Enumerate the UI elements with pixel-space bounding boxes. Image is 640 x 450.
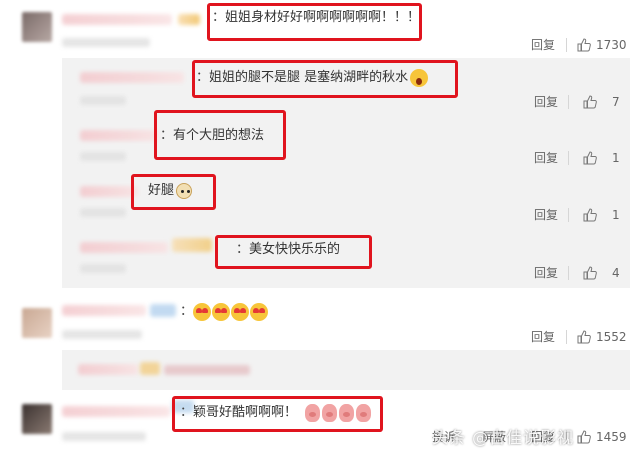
avatar[interactable] (22, 404, 52, 434)
vip-badge-icon (140, 362, 160, 375)
username[interactable] (80, 130, 158, 141)
heart-eyes-icon (250, 302, 269, 321)
timestamp (62, 38, 150, 47)
watermark: 头条 @古佳说影视 (432, 428, 575, 447)
divider (566, 330, 567, 344)
like-button[interactable]: 1730 (577, 37, 627, 53)
like-count: 7 (612, 95, 620, 109)
like-count: 1459 (596, 430, 627, 444)
vip-badge-icon (150, 304, 176, 317)
like-button[interactable]: 7 (583, 94, 620, 110)
vip-badge-icon (172, 238, 212, 252)
timestamp (62, 330, 142, 339)
like-button[interactable]: 1459 (577, 429, 627, 445)
highlight-box (172, 396, 383, 432)
thumbs-up-icon (577, 430, 591, 444)
like-count: 1552 (596, 330, 627, 344)
like-button[interactable]: 1552 (577, 329, 627, 345)
like-button[interactable]: 1 (583, 150, 620, 166)
like-count: 1 (612, 208, 620, 222)
divider (568, 151, 569, 165)
heart-eyes-icon (212, 302, 231, 321)
timestamp (80, 96, 126, 105)
reply-button[interactable]: 回复 (534, 150, 558, 166)
thumbs-up-icon (577, 330, 591, 344)
username[interactable] (78, 364, 138, 375)
thumbs-up-icon (583, 151, 597, 165)
like-count: 1730 (596, 38, 627, 52)
divider (568, 266, 569, 280)
username[interactable] (62, 305, 146, 316)
highlight-box (131, 174, 216, 210)
timestamp (62, 432, 146, 441)
divider (568, 95, 569, 109)
reply-preview (164, 365, 250, 375)
like-count: 4 (612, 266, 620, 280)
username[interactable] (62, 14, 172, 25)
avatar[interactable] (22, 12, 52, 42)
highlight-box (154, 110, 286, 160)
reply-button[interactable]: 回复 (534, 94, 558, 110)
highlight-box (192, 60, 458, 98)
like-count: 1 (612, 151, 620, 165)
timestamp (80, 264, 126, 273)
reply-button[interactable]: 回复 (534, 265, 558, 281)
thumbs-up-icon (583, 266, 597, 280)
heart-eyes-icon (231, 302, 250, 321)
highlight-box (207, 3, 422, 41)
reply-button[interactable]: 回复 (534, 207, 558, 223)
like-button[interactable]: 4 (583, 265, 620, 281)
reply-button[interactable]: 回复 (531, 329, 555, 345)
vip-badge-icon (178, 14, 200, 25)
avatar[interactable] (22, 308, 52, 338)
thumbs-up-icon (583, 208, 597, 222)
timestamp (80, 152, 126, 161)
timestamp (80, 208, 126, 217)
username[interactable] (80, 186, 138, 197)
highlight-box (215, 235, 372, 269)
thumbs-up-icon (577, 38, 591, 52)
username[interactable] (80, 242, 168, 253)
divider (568, 208, 569, 222)
username[interactable] (80, 72, 184, 83)
comment-text: ： (180, 302, 269, 322)
divider (566, 38, 567, 52)
username[interactable] (62, 406, 170, 417)
reply-button[interactable]: 回复 (531, 37, 555, 53)
heart-eyes-icon (193, 302, 212, 321)
thumbs-up-icon (583, 95, 597, 109)
like-button[interactable]: 1 (583, 207, 620, 223)
